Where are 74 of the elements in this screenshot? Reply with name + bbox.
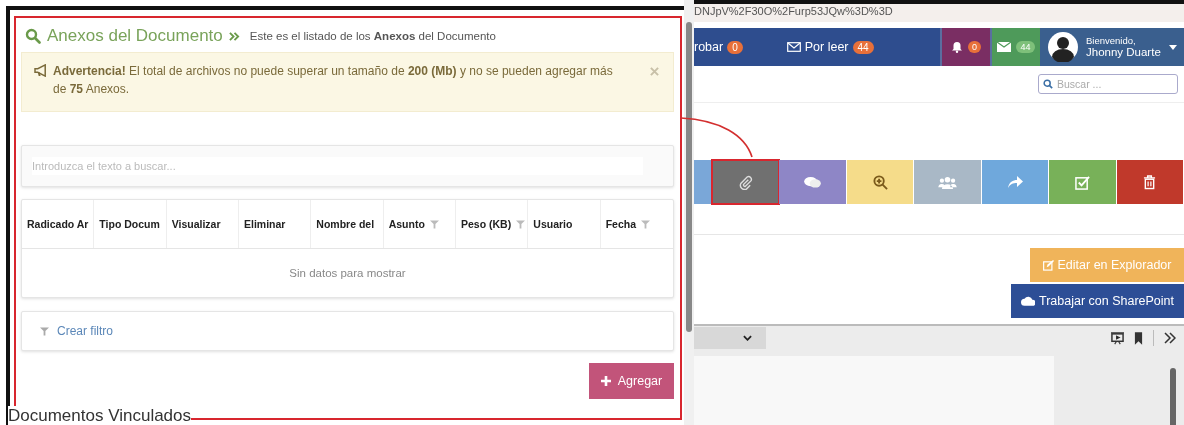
user-menu[interactable]: Bienvenido, Jhonny Duarte bbox=[1040, 28, 1184, 66]
caret-icon bbox=[743, 335, 752, 341]
url-text: DNJpV%2F30O%2Furp53JQw%3D%3D bbox=[694, 6, 893, 16]
greeting-text: Bienvenido, bbox=[1086, 35, 1137, 46]
column-label: Tipo Docum bbox=[99, 218, 160, 230]
column-header[interactable]: Fecha bbox=[600, 200, 673, 248]
users-icon bbox=[937, 175, 957, 189]
envelope-icon bbox=[786, 42, 801, 52]
bell-icon bbox=[951, 41, 963, 53]
megaphone-icon bbox=[34, 64, 49, 77]
check-button[interactable] bbox=[1049, 160, 1117, 204]
modal-title: Anexos del Documento bbox=[47, 26, 223, 46]
filter-icon[interactable] bbox=[516, 219, 526, 229]
column-header[interactable]: Visualizar bbox=[166, 200, 239, 248]
close-icon[interactable] bbox=[650, 67, 659, 76]
column-label: Visualizar bbox=[171, 218, 221, 230]
presentation-icon[interactable] bbox=[1111, 331, 1124, 345]
trash-button[interactable] bbox=[1116, 160, 1184, 204]
paperclip-icon bbox=[737, 174, 753, 190]
create-filter-link[interactable]: Crear filtro bbox=[57, 324, 113, 338]
column-header[interactable]: Peso (KB) bbox=[456, 200, 529, 248]
column-label: Nombre del bbox=[316, 218, 375, 230]
add-button[interactable]: Agregar bbox=[589, 363, 674, 399]
scrollbar[interactable] bbox=[684, 0, 694, 425]
double-chevron-icon[interactable] bbox=[1164, 332, 1176, 344]
sharepoint-button[interactable]: Trabajar con SharePoint bbox=[1011, 284, 1184, 318]
column-header[interactable]: Usuario bbox=[528, 200, 601, 248]
trash-icon bbox=[1143, 174, 1157, 190]
nav-link[interactable]: robar 0 bbox=[694, 40, 743, 54]
section-heading: Documentos Vinculados bbox=[8, 406, 191, 425]
column-label: Radicado Ar bbox=[27, 218, 89, 230]
plus-icon bbox=[600, 376, 611, 386]
count-badge: 44 bbox=[1016, 41, 1035, 53]
avatar-icon bbox=[1048, 32, 1078, 62]
search-icon bbox=[25, 28, 41, 44]
edit-icon bbox=[1042, 259, 1054, 271]
double-chevron-icon bbox=[228, 30, 240, 42]
count-badge: 44 bbox=[852, 40, 874, 54]
column-header[interactable]: Nombre del bbox=[311, 200, 384, 248]
column-header[interactable]: Asunto bbox=[383, 200, 456, 248]
zoom-in-icon bbox=[872, 174, 888, 190]
chat-button[interactable] bbox=[779, 160, 847, 204]
share-button[interactable] bbox=[981, 160, 1050, 204]
column-header[interactable]: Radicado Ar bbox=[22, 200, 95, 248]
filter-icon[interactable] bbox=[429, 219, 439, 229]
column-label: Asunto bbox=[388, 218, 425, 230]
column-label: Eliminar bbox=[244, 218, 286, 230]
envelope-icon bbox=[997, 42, 1012, 52]
caret-icon bbox=[1168, 44, 1177, 50]
action-bar-segment bbox=[694, 160, 712, 204]
bookmark-icon[interactable] bbox=[1134, 331, 1143, 345]
count-badge: 0 bbox=[968, 41, 981, 53]
empty-message: Sin datos para mostrar bbox=[288, 266, 407, 281]
users-button[interactable] bbox=[914, 160, 982, 204]
checkbox-icon bbox=[1074, 174, 1090, 190]
column-label: Usuario bbox=[533, 218, 573, 230]
share-arrow-icon bbox=[1006, 175, 1023, 189]
column-header[interactable]: Eliminar bbox=[239, 200, 312, 248]
chat-icon bbox=[804, 175, 822, 189]
column-header[interactable]: Tipo Docum bbox=[94, 200, 167, 248]
filter-icon[interactable] bbox=[641, 219, 650, 229]
column-label: Peso (KB) bbox=[461, 218, 512, 230]
paperclip-button[interactable] bbox=[712, 160, 780, 204]
cloud-icon bbox=[1021, 296, 1035, 306]
column-label: Fecha bbox=[605, 218, 636, 230]
search-field[interactable]: Buscar ... bbox=[1038, 74, 1178, 94]
nav-link[interactable]: Por leer 44 bbox=[786, 40, 874, 54]
count-badge: 0 bbox=[727, 40, 743, 54]
search-field[interactable]: Introduzca el texto a buscar... bbox=[32, 157, 643, 175]
modal-subtitle: Este es el listado de los Anexos del Documento bbox=[249, 30, 496, 42]
zoom-button[interactable] bbox=[846, 160, 915, 204]
filter-icon bbox=[40, 326, 49, 336]
user-name: Jhonny Duarte bbox=[1086, 46, 1161, 59]
warning-text: Advertencia! El total de archivos no puede superar un tamaño de 200 (Mb) y no se pueden agregar más de 75 Anexos. bbox=[53, 63, 614, 98]
